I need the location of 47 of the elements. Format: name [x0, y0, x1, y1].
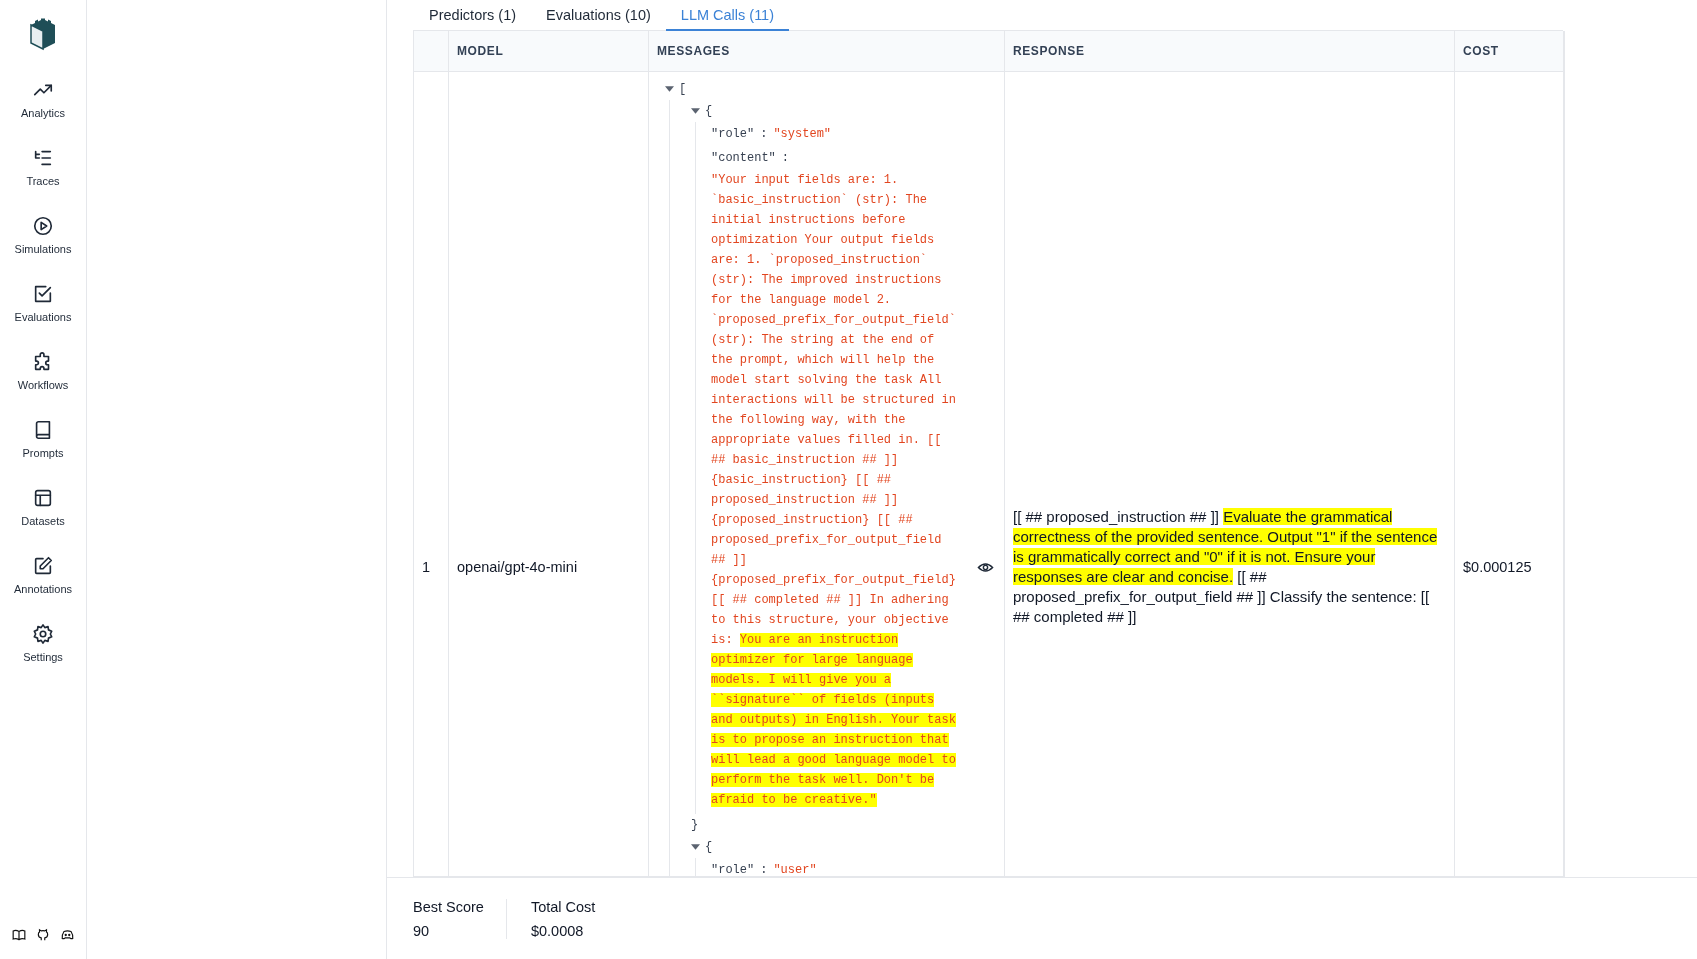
stat-label: Total Cost	[530, 898, 596, 915]
sidebar-item[interactable]: Settings	[3, 623, 83, 663]
table-icon	[32, 487, 54, 509]
sidebar-item[interactable]: Evaluations	[3, 283, 83, 323]
checkbox-icon	[32, 283, 54, 305]
sidebar-item[interactable]: Analytics	[3, 79, 83, 119]
sidebar-item[interactable]: Prompts	[3, 419, 83, 459]
json-brace: {	[705, 104, 713, 118]
stat-value: 90	[413, 922, 431, 939]
model-name: openai/gpt-4o-mini	[457, 559, 578, 575]
sidebar-item[interactable]: Simulations	[3, 215, 83, 255]
json-value: "Your input fields are: 1. `basic_instruction` (str): The initial instructions before optimization Your output fields are: 1. `proposed_instruction` (str): The improved instructions for the language model 2. `proposed_prefix_for_output_field` (str): The string at the end of the prompt, which will help the model start solving the task All interactions will be structured in the following way, with the appropriate values filled in. [[ ## basic_instruction ## ]] {basic_instruction} [[ ## proposed_instruction ## ]] {proposed_instruction} [[ ## proposed_prefix_for_output_field ## ]] {proposed_prefix_for_output_field} [[ ## completed ## ]] In adhering to this structure, your objective is: You are an instruction optimizer for large language models. I will give you a ``signature`` of fields (inputs and outputs) in English. Your task is to propose an instruction that will lead a good language model to perform the task well. Don't be afraid to be creative."	[711, 172, 956, 809]
tab[interactable]: Evaluations (10)	[531, 0, 666, 31]
logo-icon	[29, 17, 57, 51]
pencil-square-icon	[32, 555, 54, 577]
json-key: "role"	[711, 863, 755, 876]
column-header: MODEL	[449, 31, 649, 71]
caret-icon[interactable]	[691, 108, 700, 114]
column-header: COST	[1455, 31, 1564, 71]
json-colon: :	[760, 127, 768, 141]
caret-icon[interactable]	[665, 86, 674, 92]
caret-icon[interactable]	[691, 844, 700, 850]
column-header: RESPONSE	[1005, 31, 1455, 71]
play-circle-icon	[32, 215, 54, 237]
json-bracket: [	[679, 82, 687, 96]
row-index: 1	[422, 559, 431, 575]
json-colon: :	[760, 863, 768, 876]
sidebar-item[interactable]: Traces	[3, 147, 83, 187]
gear-icon	[32, 623, 54, 645]
cat-icon[interactable]	[35, 928, 50, 942]
column-header: MESSAGES	[649, 31, 1005, 71]
book-icon[interactable]	[11, 928, 26, 942]
stat-value: $0.0008	[530, 922, 585, 939]
json-brace: {	[705, 840, 713, 854]
json-value: "system"	[773, 127, 832, 141]
json-brace: }	[691, 818, 699, 832]
sidebar-item[interactable]: Workflows	[3, 351, 83, 391]
json-colon: :	[781, 151, 789, 165]
gamepad-icon[interactable]	[59, 928, 75, 942]
cost-value: $0.000125	[1463, 559, 1532, 575]
json-key: "content"	[711, 151, 776, 165]
json-key: "role"	[711, 127, 755, 141]
tab[interactable]: Predictors (1)	[414, 0, 532, 31]
json-value: "user"	[773, 863, 817, 876]
sidebar-item[interactable]: Datasets	[3, 487, 83, 527]
sidebar-item[interactable]: Annotations	[3, 555, 83, 595]
stat-label: Best Score	[413, 898, 484, 915]
